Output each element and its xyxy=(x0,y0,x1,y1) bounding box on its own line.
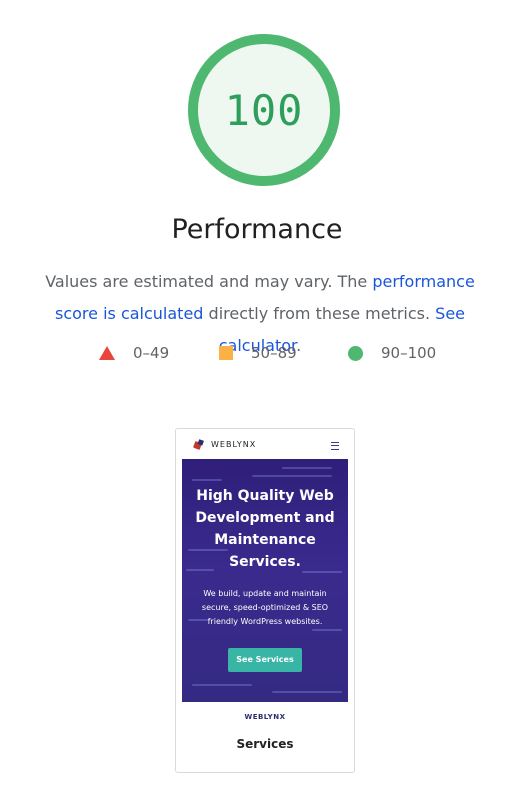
code-decoration xyxy=(312,629,342,631)
legend-item-fail: 0–49 xyxy=(99,340,169,366)
code-decoration xyxy=(272,691,342,693)
triangle-fail-icon xyxy=(99,346,115,360)
performance-score-gauge: 100 xyxy=(186,32,342,188)
description-text-1: Values are estimated and may vary. The xyxy=(45,272,373,291)
see-services-button: See Services xyxy=(228,648,302,672)
hero-heading: High Quality Web Development and Mainten… xyxy=(195,488,335,570)
description-text-2: directly from these metrics. xyxy=(203,304,436,323)
site-logo-icon xyxy=(193,441,202,450)
performance-score-value: 100 xyxy=(224,85,304,135)
score-scale-legend: 0–49 50–89 90–100 xyxy=(0,340,514,366)
category-title: Performance xyxy=(171,214,343,245)
legend-item-average: 50–89 xyxy=(219,340,297,366)
site-brand: WEBLYNX xyxy=(211,440,257,449)
code-decoration xyxy=(282,467,332,469)
services-heading: Services xyxy=(236,737,294,751)
square-average-icon xyxy=(219,346,233,360)
footer-brand: WEBLYNX xyxy=(244,713,286,721)
code-decoration xyxy=(192,479,222,481)
legend-label-pass: 90–100 xyxy=(381,344,437,362)
circle-pass-icon xyxy=(348,345,363,361)
site-navbar: WEBLYNX xyxy=(176,429,354,459)
code-decoration xyxy=(252,475,332,477)
legend-label-average: 50–89 xyxy=(251,344,297,362)
final-screenshot-thumbnail[interactable]: WEBLYNX High Quality Web Development and… xyxy=(175,428,355,773)
legend-label-fail: 0–49 xyxy=(133,344,170,362)
hamburger-menu-icon xyxy=(331,442,339,450)
hero-subtext: We build, update and maintain secure, sp… xyxy=(201,589,329,626)
code-decoration xyxy=(192,684,252,686)
site-hero: High Quality Web Development and Mainten… xyxy=(182,459,348,702)
legend-item-pass: 90–100 xyxy=(348,340,436,366)
